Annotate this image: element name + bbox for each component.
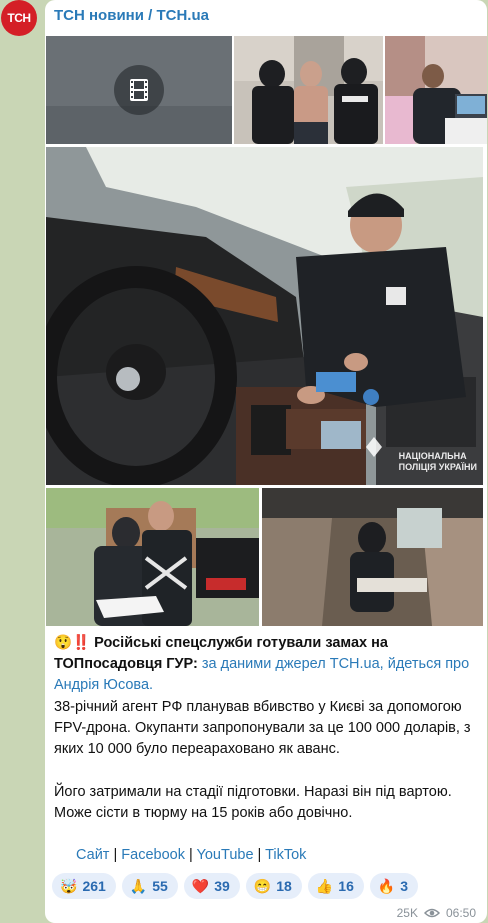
post-headline: 😲‼️ Російські спецслужби готували замах … <box>54 633 477 696</box>
photo-arrest[interactable] <box>234 36 383 144</box>
grin-icon: 😁 <box>253 877 272 894</box>
photo-officer-laptop[interactable] <box>385 36 487 144</box>
exploding-head-icon: 🤯 <box>60 877 78 894</box>
reaction-heart[interactable]: ❤️ 39 <box>183 873 240 899</box>
separator: | <box>109 847 122 863</box>
view-count: 25K <box>396 906 418 920</box>
reaction-pray[interactable]: 🙏 55 <box>121 873 178 899</box>
separator: | <box>253 847 266 863</box>
link-tiktok[interactable]: TikTok <box>265 847 306 863</box>
reaction-count: 261 <box>82 878 106 894</box>
watermark-line2: ПОЛІЦІЯ УКРАЇНИ <box>398 462 477 472</box>
post-paragraph-2: Його затримали на стадії підготовки. Нар… <box>54 784 452 821</box>
fire-icon: 🔥 <box>377 877 396 894</box>
social-links: Сайт | Facebook | YouTube | TikTok <box>76 847 306 863</box>
police-watermark: НАЦІОНАЛЬНА ПОЛІЦІЯ УКРАЇНИ <box>399 451 477 473</box>
eye-icon <box>423 908 440 918</box>
pray-icon: 🙏 <box>129 877 148 894</box>
heart-icon: ❤️ <box>191 877 210 894</box>
link-site[interactable]: Сайт <box>76 847 109 863</box>
thumbs-up-icon: 👍 <box>315 877 334 894</box>
post-paragraph-1: 38-річний агент РФ планував вбивство у К… <box>54 699 471 757</box>
reaction-count: 18 <box>276 878 292 894</box>
link-youtube[interactable]: YouTube <box>197 847 254 863</box>
message-bubble: ТСН новини / TCH.ua НАЦІОНАЛЬНА ПОЛІЦІЯ … <box>45 0 487 923</box>
film-icon <box>114 65 164 115</box>
reaction-exploding-head[interactable]: 🤯 261 <box>52 873 116 899</box>
message-time: 06:50 <box>445 906 476 920</box>
headline-emoji: 😲‼️ <box>54 635 91 651</box>
photo-document-signing[interactable] <box>46 488 259 626</box>
reaction-count: 55 <box>152 878 168 894</box>
reaction-thumbs-up[interactable]: 👍 16 <box>307 873 364 899</box>
channel-name[interactable]: ТСН новини / TCH.ua <box>54 7 209 24</box>
watermark-line1: НАЦІОНАЛЬНА <box>398 451 467 461</box>
photo-car-interior[interactable] <box>262 488 483 626</box>
reaction-count: 16 <box>338 878 354 894</box>
channel-avatar[interactable]: ТСН <box>1 0 37 36</box>
message-meta: 25K 06:50 <box>397 906 476 920</box>
reaction-count: 39 <box>214 878 230 894</box>
separator: | <box>184 847 197 863</box>
reactions-bar: 🤯 261 🙏 55 ❤️ 39 😁 18 👍 16 🔥 3 <box>52 873 419 899</box>
video-thumbnail[interactable] <box>46 36 232 144</box>
photo-car-search[interactable]: НАЦІОНАЛЬНА ПОЛІЦІЯ УКРАЇНИ <box>46 147 483 485</box>
reaction-fire[interactable]: 🔥 3 <box>369 873 419 899</box>
reaction-count: 3 <box>400 878 409 894</box>
reaction-grin[interactable]: 😁 18 <box>245 873 302 899</box>
link-facebook[interactable]: Facebook <box>121 847 185 863</box>
